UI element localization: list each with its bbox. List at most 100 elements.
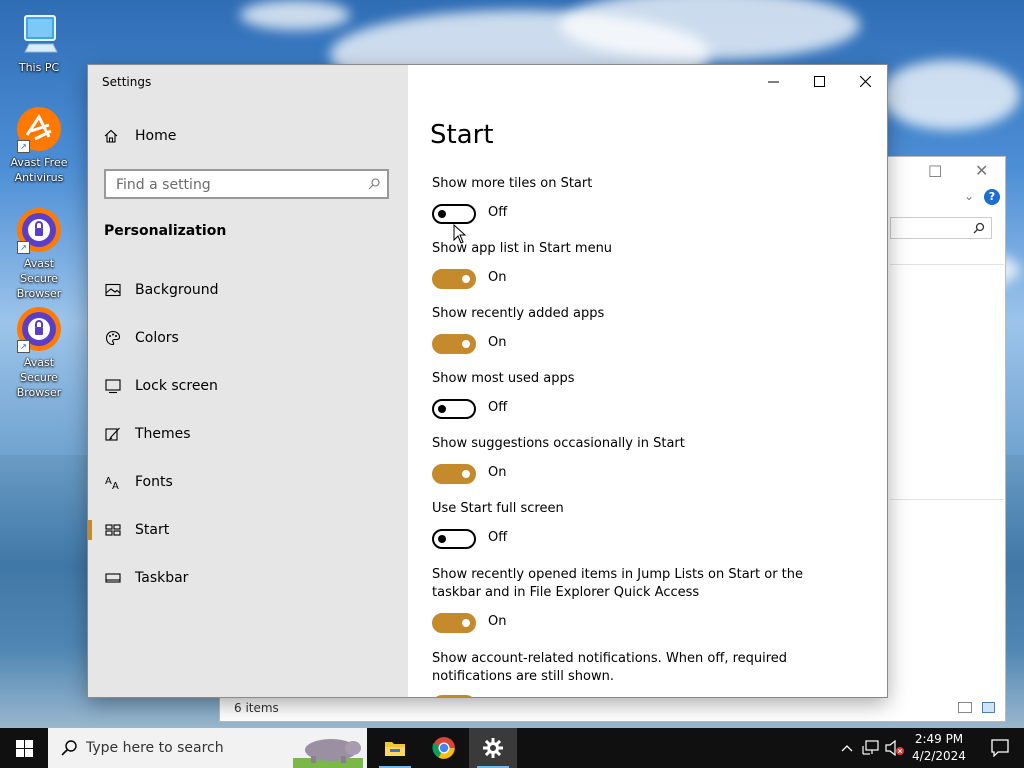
maximize-icon[interactable]: ☐ (928, 162, 942, 181)
taskbar-file-explorer[interactable] (371, 728, 419, 768)
desktop-icon-avast-antivirus[interactable]: ↗ Avast Free Antivirus (4, 105, 74, 185)
home-label: Home (135, 128, 177, 144)
close-button[interactable] (842, 65, 887, 97)
toggle-suggestions[interactable] (432, 464, 476, 484)
search-icon (368, 178, 380, 190)
desktop-icon-label: Avast Secure Browser (16, 257, 62, 300)
explorer-divider (890, 499, 1004, 500)
section-title: Personalization (104, 223, 227, 239)
nav-item-themes[interactable]: Themes (88, 414, 408, 454)
tray-network[interactable] (860, 728, 882, 768)
taskbar: Type here to search 2:49 PM 4/2/2024 (0, 728, 1024, 768)
home-nav-item[interactable]: Home (104, 128, 176, 144)
search-icon (61, 740, 77, 756)
volume-muted-icon (885, 740, 904, 756)
chevron-up-icon (841, 745, 853, 752)
taskbar-clock[interactable]: 2:49 PM 4/2/2024 (904, 731, 974, 765)
avast-antivirus-icon: ↗ (15, 105, 63, 153)
tray-show-hidden[interactable] (838, 728, 856, 768)
toggle-state-label: Off (488, 530, 508, 545)
svg-text:A: A (112, 481, 119, 490)
nav-item-label: Fonts (135, 474, 173, 490)
toggle-app-list[interactable] (432, 269, 476, 289)
toggle-jump-lists[interactable] (432, 613, 476, 633)
picture-icon (105, 283, 121, 297)
file-explorer-icon (385, 742, 405, 756)
settings-content: Start Show more tiles on Start Off Show … (408, 65, 887, 697)
nav-item-label: Lock screen (135, 378, 218, 394)
themes-icon (105, 427, 120, 441)
desktop-icon-avast-browser-2[interactable]: ↗ Avast Secure Browser (4, 305, 74, 400)
maximize-button[interactable] (796, 65, 842, 97)
details-view-icon[interactable] (958, 702, 972, 713)
avast-browser-icon: ↗ (15, 206, 63, 254)
setting-label-full-screen: Use Start full screen (432, 501, 564, 516)
status-items-count: 6 items (234, 701, 279, 715)
svg-text:A: A (105, 476, 112, 487)
mouse-cursor-icon (453, 224, 467, 244)
taskbar-search-placeholder: Type here to search (86, 740, 224, 756)
toggle-most-used[interactable] (432, 399, 476, 419)
close-icon[interactable]: ✕ (975, 161, 988, 180)
large-icons-view-icon[interactable] (982, 702, 995, 713)
toggle-account-notifications[interactable] (432, 695, 476, 697)
taskbar-chrome[interactable] (420, 728, 468, 768)
this-pc-icon (15, 10, 63, 58)
taskbar-settings[interactable] (469, 728, 517, 768)
lock-screen-icon (105, 379, 121, 394)
help-icon[interactable]: ? (984, 189, 1000, 205)
taskbar-icon (105, 573, 121, 583)
avast-browser-icon: ↗ (15, 305, 63, 353)
nav-item-fonts[interactable]: A A Fonts (88, 462, 408, 502)
nav-item-label: Background (135, 282, 219, 298)
toggle-state-label: Off (488, 205, 508, 220)
minimize-icon (767, 81, 779, 82)
nav-item-label: Colors (135, 330, 179, 346)
toggle-state-label: Off (488, 400, 508, 415)
network-icon (862, 740, 879, 755)
search-placeholder: Find a setting (116, 177, 211, 193)
settings-gear-icon (483, 738, 503, 758)
start-button[interactable] (0, 728, 48, 768)
nav-item-taskbar[interactable]: Taskbar (88, 558, 408, 598)
settings-window[interactable]: Settings Home Find a setting Personaliza… (88, 65, 887, 697)
fonts-icon: A A (105, 476, 119, 490)
explorer-search-box[interactable] (890, 217, 992, 239)
toggle-recently-added[interactable] (432, 334, 476, 354)
nav-item-label: Start (135, 522, 170, 538)
taskbar-search-box[interactable]: Type here to search (48, 728, 367, 768)
setting-label-app-list: Show app list in Start menu (432, 241, 613, 256)
nav-item-lock-screen[interactable]: Lock screen (88, 366, 408, 406)
desktop-icon-avast-browser-1[interactable]: ↗ Avast Secure Browser (4, 206, 74, 301)
search-highlight-hippo-icon (293, 739, 363, 768)
setting-label-suggestions: Show suggestions occasionally in Start (432, 436, 685, 451)
close-icon (859, 75, 871, 87)
action-center-button[interactable] (976, 728, 1024, 768)
setting-label-recently-added: Show recently added apps (432, 306, 605, 321)
toggle-state-label: On (488, 614, 507, 629)
page-title: Start (430, 120, 494, 150)
setting-label-account-notifications: Show account-related notifications. When… (432, 651, 788, 684)
windows-logo-icon (15, 739, 33, 757)
toggle-more-tiles[interactable] (432, 204, 476, 224)
chevron-down-icon[interactable]: ⌄ (964, 189, 974, 203)
find-setting-input[interactable]: Find a setting (104, 169, 389, 199)
desktop-icon-label: Avast Secure Browser (16, 356, 62, 399)
explorer-divider (890, 264, 1004, 265)
toggle-full-screen[interactable] (432, 529, 476, 549)
chrome-icon (432, 737, 455, 759)
maximize-icon (813, 75, 825, 87)
nav-item-start[interactable]: Start (88, 510, 408, 550)
desktop-icon-label: This PC (18, 61, 60, 74)
nav-item-colors[interactable]: Colors (88, 318, 408, 358)
nav-item-background[interactable]: Background (88, 270, 408, 310)
settings-sidebar: Settings Home Find a setting Personaliza… (88, 65, 408, 697)
minimize-button[interactable] (750, 65, 796, 97)
nav-item-label: Themes (135, 426, 191, 442)
clock-time: 2:49 PM (914, 732, 964, 746)
start-icon (105, 524, 121, 536)
tray-volume[interactable] (884, 728, 906, 768)
setting-label-most-used: Show most used apps (432, 371, 575, 386)
setting-label-more-tiles: Show more tiles on Start (432, 176, 593, 191)
desktop-icon-this-pc[interactable]: This PC (4, 10, 74, 75)
